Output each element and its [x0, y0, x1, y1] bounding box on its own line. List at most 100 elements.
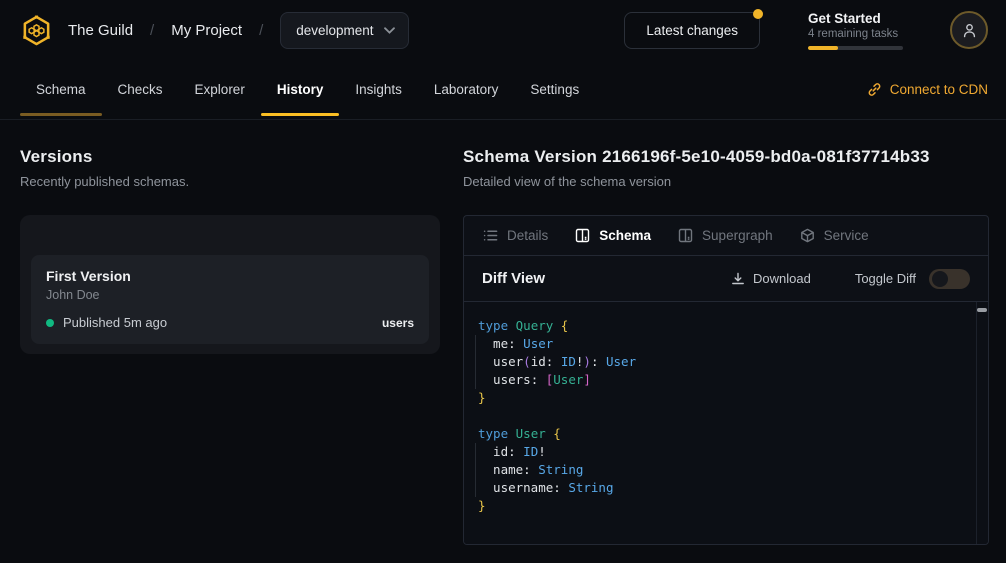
connect-to-cdn-button[interactable]: Connect to CDN: [867, 60, 988, 119]
detail-tabs: Details Schema: [464, 216, 988, 256]
notification-dot: [753, 9, 763, 19]
tab-label: Settings: [530, 82, 579, 97]
versions-title: Versions: [20, 147, 440, 167]
version-detail-title: Schema Version 2166196f-5e10-4059-bd0a-0…: [463, 147, 989, 167]
get-started-title: Get Started: [808, 11, 903, 26]
versions-panel: Versions Recently published schemas. Fir…: [20, 120, 440, 545]
breadcrumb-separator: /: [150, 22, 154, 39]
indent-guide: [475, 335, 476, 389]
progress-fill: [808, 46, 838, 50]
versions-list: First Version John Doe Published 5m ago …: [20, 215, 440, 354]
code-token: :: [531, 372, 546, 387]
version-author: John Doe: [46, 288, 414, 302]
breadcrumb-org[interactable]: The Guild: [68, 22, 133, 39]
hive-logo-icon[interactable]: [20, 14, 53, 47]
tab-label: Checks: [118, 82, 163, 97]
code-line: id: ID!: [478, 443, 964, 461]
list-icon: [483, 228, 498, 243]
diff-view-title: Diff View: [482, 270, 545, 287]
tab-label: Insights: [355, 82, 402, 97]
tab-label: Explorer: [195, 82, 245, 97]
tab-label: Schema: [36, 82, 86, 97]
switch-knob: [932, 271, 948, 287]
breadcrumb: The Guild / My Project / development: [68, 12, 409, 49]
user-avatar[interactable]: [950, 11, 988, 49]
code-token: User: [606, 354, 636, 369]
code-token: :: [508, 336, 523, 351]
breadcrumb-project[interactable]: My Project: [171, 22, 242, 39]
tab-checks[interactable]: Checks: [102, 60, 179, 119]
get-started-widget[interactable]: Get Started 4 remaining tasks: [808, 11, 903, 50]
code-token: name: [478, 462, 523, 477]
scrollbar-track: [976, 302, 977, 545]
tab-schema[interactable]: Schema: [20, 60, 102, 119]
detail-tab-schema[interactable]: Schema: [575, 228, 651, 243]
code-token: username: [478, 480, 553, 495]
code-token: String: [538, 462, 583, 477]
latest-changes-label: Latest changes: [646, 23, 738, 38]
tab-insights[interactable]: Insights: [339, 60, 418, 119]
code-token: ID: [523, 444, 538, 459]
code-token: (: [523, 354, 531, 369]
user-icon: [961, 22, 978, 39]
toggle-diff-switch[interactable]: [929, 269, 970, 289]
get-started-progressbar: [808, 46, 903, 50]
code-token: :: [508, 444, 523, 459]
detail-tab-label: Schema: [599, 228, 651, 243]
cube-icon: [800, 228, 815, 243]
version-list-item[interactable]: First Version John Doe Published 5m ago …: [31, 255, 429, 344]
environment-selector[interactable]: development: [280, 12, 408, 49]
code-token: :: [553, 480, 568, 495]
code-token: type: [478, 318, 516, 333]
tab-history[interactable]: History: [261, 60, 340, 119]
code-token: ID: [561, 354, 576, 369]
code-line: }: [478, 389, 964, 407]
detail-tab-label: Details: [507, 228, 548, 243]
code-token: }: [478, 498, 486, 513]
download-button[interactable]: Download: [731, 271, 811, 286]
link-icon: [867, 82, 882, 97]
code-token: User: [553, 372, 583, 387]
code-line: }: [478, 497, 964, 515]
code-token: id: [478, 444, 508, 459]
detail-tab-supergraph[interactable]: Supergraph: [678, 228, 773, 243]
code-token: id: [531, 354, 546, 369]
code-block[interactable]: type Query { me: User user(id: ID!): Use…: [464, 302, 988, 529]
get-started-subtitle: 4 remaining tasks: [808, 28, 903, 40]
version-detail-box: Details Schema: [463, 215, 989, 545]
latest-changes-button[interactable]: Latest changes: [624, 12, 760, 49]
detail-tab-label: Service: [824, 228, 869, 243]
diff-toolbar-actions: Download Toggle Diff: [731, 269, 970, 289]
code-token: String: [568, 480, 613, 495]
toggle-diff-label: Toggle Diff: [855, 271, 916, 286]
tab-laboratory[interactable]: Laboratory: [418, 60, 515, 119]
code-token: users: [478, 372, 531, 387]
code-line: username: String: [478, 479, 964, 497]
version-detail-panel: Schema Version 2166196f-5e10-4059-bd0a-0…: [463, 120, 989, 545]
connect-to-cdn-label: Connect to CDN: [890, 82, 988, 97]
download-label: Download: [753, 271, 811, 286]
schema-code-panel: type Query { me: User user(id: ID!): Use…: [464, 302, 988, 545]
scrollbar-thumb[interactable]: [977, 308, 987, 312]
app-header: The Guild / My Project / development Lat…: [0, 0, 1006, 60]
tab-settings[interactable]: Settings: [514, 60, 595, 119]
detail-tab-details[interactable]: Details: [483, 228, 548, 243]
code-token: }: [478, 390, 486, 405]
chevron-down-icon: [384, 27, 395, 34]
detail-tab-service[interactable]: Service: [800, 228, 869, 243]
code-line: user(id: ID!): User: [478, 353, 964, 371]
columns-icon: [678, 228, 693, 243]
indent-guide: [475, 443, 476, 497]
main-content: Versions Recently published schemas. Fir…: [0, 120, 1006, 545]
code-token: ]: [583, 372, 591, 387]
code-line: name: String: [478, 461, 964, 479]
code-token: type: [478, 426, 516, 441]
download-icon: [731, 272, 745, 286]
tab-explorer[interactable]: Explorer: [179, 60, 261, 119]
code-token: {: [553, 426, 561, 441]
code-line: type Query {: [478, 317, 964, 335]
header-right-cluster: Latest changes Get Started 4 remaining t…: [624, 11, 988, 50]
version-detail-subtitle: Detailed view of the schema version: [463, 174, 989, 189]
version-status: Published 5m ago: [63, 315, 167, 330]
nav-tabs: Schema Checks Explorer History Insights …: [20, 60, 595, 119]
